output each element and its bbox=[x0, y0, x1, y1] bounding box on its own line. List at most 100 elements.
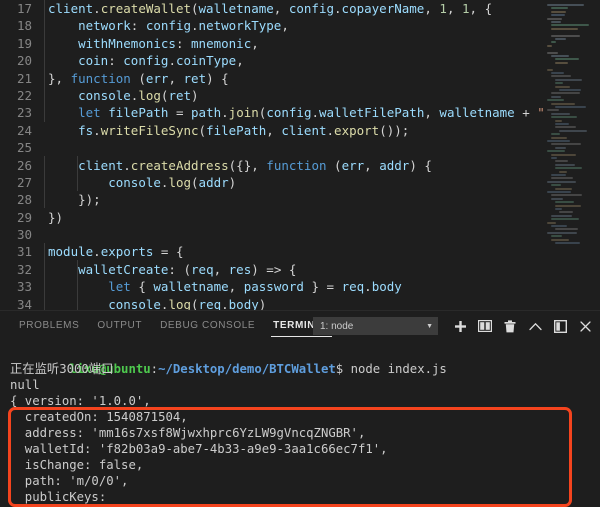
code-line-text: network: config.networkType, bbox=[78, 18, 289, 34]
code-line-text: walletCreate: (req, res) => { bbox=[78, 261, 297, 277]
panel-header: PROBLEMS OUTPUT DEBUG CONSOLE TERMINAL 1: n… bbox=[0, 311, 600, 341]
minimap-line bbox=[555, 163, 575, 166]
minimap-line bbox=[551, 218, 579, 221]
minimap-line bbox=[559, 89, 581, 91]
code-line[interactable]: 29}) bbox=[0, 209, 545, 226]
code-line[interactable]: 34 console.log(req.body) bbox=[0, 296, 545, 310]
maximize-panel-button[interactable] bbox=[524, 315, 546, 337]
minimap-line bbox=[555, 201, 574, 204]
code-line[interactable]: 17 client.createWallet(walletname, config… bbox=[0, 0, 545, 17]
minimap-line bbox=[547, 99, 564, 102]
code-line[interactable]: 21}, function (err, ret) { bbox=[0, 70, 545, 87]
line-number: 34 bbox=[16, 296, 32, 310]
minimap-line bbox=[547, 150, 565, 153]
code-line-text: }) bbox=[48, 209, 64, 225]
code-line-text: module.exports = { bbox=[48, 244, 184, 260]
terminal-line: { version: '1.0.0', bbox=[10, 394, 151, 408]
terminal-selector[interactable]: 1: node ▼ bbox=[313, 317, 438, 335]
minimap-line bbox=[547, 109, 559, 112]
terminal-line: null bbox=[10, 378, 40, 392]
minimap-line bbox=[547, 140, 570, 142]
minimap-line bbox=[551, 75, 571, 78]
minimap-line bbox=[555, 106, 586, 108]
minimap-line bbox=[551, 214, 572, 217]
minimap-line bbox=[547, 68, 553, 71]
code-line[interactable]: 26 client.createAddress({}, function (er… bbox=[0, 157, 545, 174]
minimap-line bbox=[547, 4, 584, 6]
terminal-line: createdOn: 1540871504, bbox=[10, 410, 188, 424]
toggle-panel-button[interactable] bbox=[549, 315, 571, 337]
line-number: 28 bbox=[16, 192, 32, 208]
minimap-line bbox=[559, 170, 567, 173]
minimap-line bbox=[551, 194, 582, 197]
line-number: 18 bbox=[16, 18, 32, 34]
minimap-line bbox=[551, 27, 579, 30]
close-panel-button[interactable] bbox=[574, 315, 596, 337]
minimap-line bbox=[551, 197, 563, 200]
terminal-prompt-line: lixu@ubuntu:~/Desktop/demo/BTCWallet$ no… bbox=[10, 345, 600, 376]
minimap-line bbox=[551, 133, 560, 136]
line-number: 26 bbox=[16, 157, 32, 173]
minimap-line bbox=[551, 10, 566, 13]
code-line[interactable]: 22 console.log(ret) bbox=[0, 87, 545, 104]
minimap-line bbox=[547, 221, 556, 224]
code-line[interactable]: 28 }); bbox=[0, 191, 545, 208]
minimap-line bbox=[551, 157, 557, 159]
vscode-window: 17 client.createWallet(walletname, config… bbox=[0, 0, 600, 507]
code-line-text: let { walletname, password } = req.body bbox=[108, 279, 402, 295]
minimap-line bbox=[551, 238, 569, 241]
minimap-line bbox=[547, 44, 552, 47]
line-number: 21 bbox=[16, 70, 32, 86]
minimap-line bbox=[551, 235, 562, 238]
minimap-line bbox=[555, 58, 580, 61]
minimap-line bbox=[555, 208, 562, 210]
editor-minimap[interactable] bbox=[545, 0, 592, 310]
line-number: 23 bbox=[16, 105, 32, 121]
code-line[interactable]: 32 walletCreate: (req, res) => { bbox=[0, 261, 545, 278]
terminal-selector-value: 1: node bbox=[320, 320, 354, 332]
minimap-line bbox=[551, 153, 576, 156]
code-line[interactable]: 18 network: config.networkType, bbox=[0, 17, 545, 34]
panel-tab-problems[interactable]: PROBLEMS bbox=[10, 311, 88, 341]
minimap-line bbox=[547, 51, 559, 54]
line-number: 27 bbox=[16, 174, 32, 190]
code-line[interactable]: 23 let filePath = path.join(config.walle… bbox=[0, 104, 545, 121]
terminal-line: publicKeys: bbox=[10, 490, 107, 504]
code-line[interactable]: 30 bbox=[0, 226, 545, 243]
editor-lines[interactable]: 17 client.createWallet(walletname, config… bbox=[0, 0, 545, 310]
minimap-line bbox=[551, 24, 589, 27]
code-line[interactable]: 27 console.log(addr) bbox=[0, 174, 545, 191]
split-terminal-button[interactable] bbox=[474, 315, 496, 337]
panel-tab-output[interactable]: OUTPUT bbox=[88, 311, 151, 341]
new-terminal-button[interactable] bbox=[449, 315, 471, 337]
terminal-line: path: 'm/0/0', bbox=[10, 474, 129, 488]
prompt-command: node index.js bbox=[343, 362, 447, 376]
editor-code-area[interactable]: 17 client.createWallet(walletname, config… bbox=[0, 0, 545, 310]
minimap-line bbox=[555, 126, 576, 129]
code-line[interactable]: 24 fs.writeFileSync(filePath, client.exp… bbox=[0, 122, 545, 139]
code-line[interactable]: 20 coin: config.coinType, bbox=[0, 52, 545, 69]
terminal-output-lines: 正在监听3000端口 null{ version: '1.0.0', create… bbox=[10, 361, 600, 507]
code-line-text: }); bbox=[78, 192, 101, 208]
minimap-line bbox=[551, 72, 564, 74]
terminal-output[interactable]: lixu@ubuntu:~/Desktop/demo/BTCWallet$ no… bbox=[0, 341, 600, 507]
code-line[interactable]: 19 withMnemonics: mnemonic, bbox=[0, 35, 545, 52]
minimap-line bbox=[555, 78, 582, 81]
terminal-scrollbar[interactable] bbox=[590, 341, 600, 507]
code-line[interactable]: 33 let { walletname, password } = req.bo… bbox=[0, 278, 545, 295]
code-line[interactable]: 25 bbox=[0, 139, 545, 156]
minimap-line bbox=[551, 7, 569, 10]
code-line-text: let filePath = path.join(config.walletFi… bbox=[78, 105, 545, 121]
minimap-line bbox=[551, 225, 567, 227]
panel-tab-debug-console[interactable]: DEBUG CONSOLE bbox=[151, 311, 264, 341]
minimap-line bbox=[551, 14, 565, 17]
editor-scrollbar[interactable] bbox=[592, 0, 600, 310]
minimap-line bbox=[559, 129, 587, 132]
code-line[interactable]: 31 module.exports = { bbox=[0, 243, 545, 260]
minimap-line bbox=[547, 231, 577, 234]
panel-tab-list[interactable]: PROBLEMS OUTPUT DEBUG CONSOLE TERMINAL bbox=[0, 311, 339, 341]
code-line-text: console.log(ret) bbox=[78, 87, 199, 103]
kill-terminal-button[interactable] bbox=[499, 315, 521, 337]
code-editor[interactable]: 17 client.createWallet(walletname, config… bbox=[0, 0, 600, 310]
minimap-line bbox=[547, 17, 562, 20]
